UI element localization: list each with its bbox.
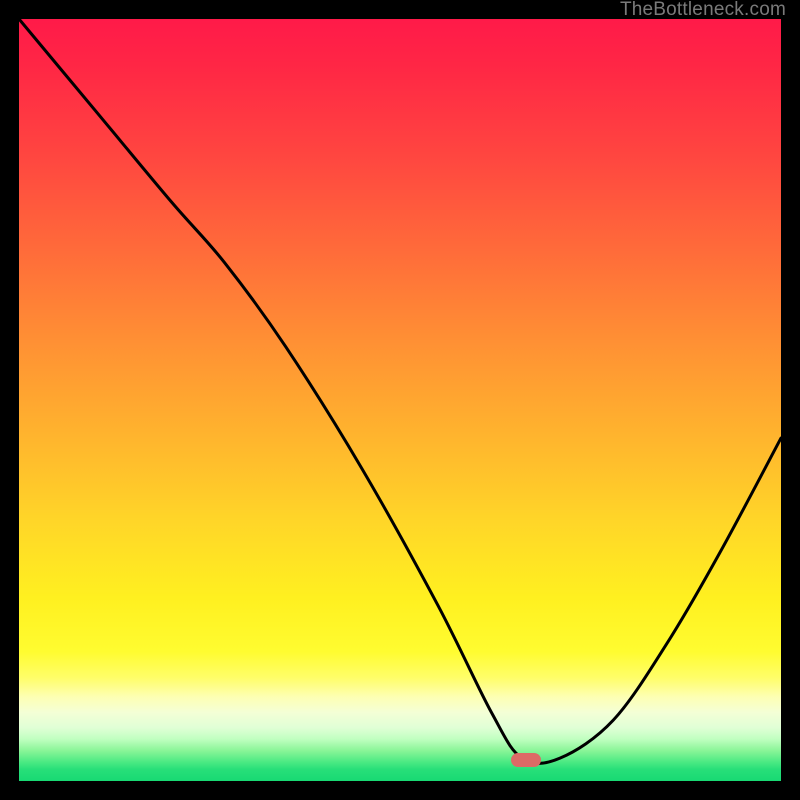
optimal-marker [511,753,541,767]
chart-frame [15,15,785,785]
watermark-text: TheBottleneck.com [620,0,786,21]
bottleneck-curve [19,19,781,781]
plot-area [19,19,781,781]
